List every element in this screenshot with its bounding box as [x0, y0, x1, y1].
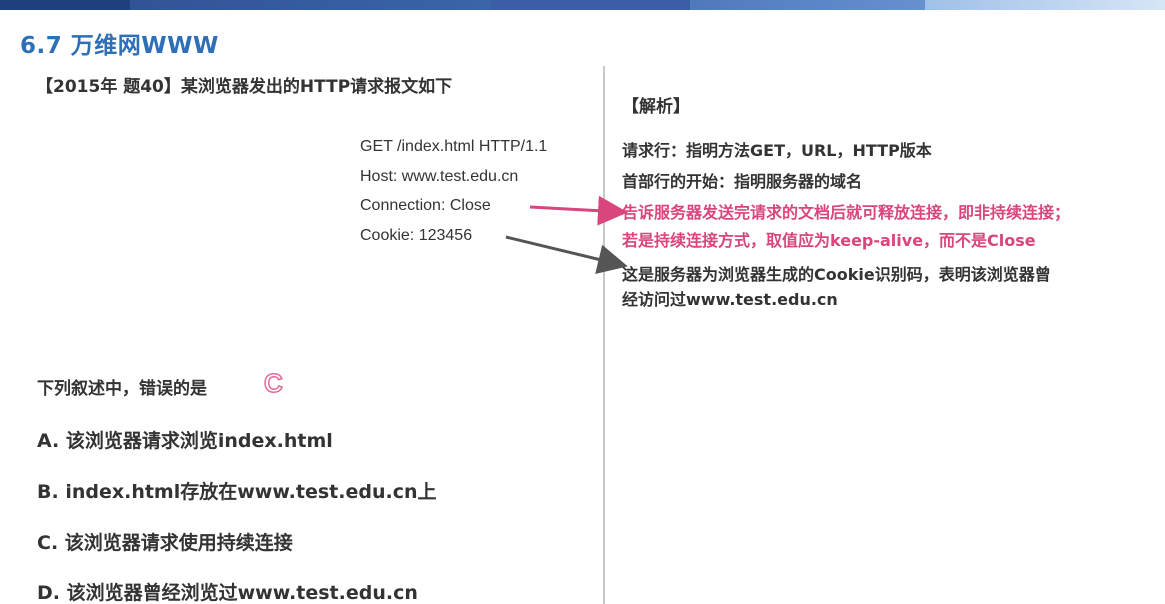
option-d: D. 该浏览器曾经浏览过www.test.edu.cn: [37, 582, 418, 604]
option-a: A. 该浏览器请求浏览index.html: [37, 430, 333, 452]
banner-left-decoration: [0, 0, 130, 10]
analysis-connection-line-1: 告诉服务器发送完请求的文档后就可释放连接，即非持续连接；: [622, 203, 1071, 222]
analysis-title: 【解析】: [622, 97, 690, 117]
http-cookie-line: Cookie: 123456: [360, 227, 473, 244]
column-divider: [603, 66, 605, 604]
analysis-host-line: 首部行的开始：指明服务器的域名: [622, 172, 863, 191]
banner-center-decoration: [490, 0, 690, 10]
header-banner: [0, 0, 1165, 10]
analysis-request-line: 请求行：指明方法GET，URL，HTTP版本: [622, 141, 932, 160]
analysis-connection-line-2: 若是持续连接方式，取值应为keep-alive，而不是Close: [622, 231, 1036, 250]
http-connection-line: Connection: Close: [360, 197, 491, 214]
section-title: 6.7 万维网WWW: [20, 33, 219, 59]
analysis-cookie-line-1: 这是服务器为浏览器生成的Cookie识别码，表明该浏览器曾: [622, 265, 1051, 284]
question-prompt: 下列叙述中，错误的是: [37, 379, 207, 399]
slide: 6.7 万维网WWW 【2015年 题40】某浏览器发出的HTTP请求报文如下 …: [0, 0, 1165, 604]
option-b: B. index.html存放在www.test.edu.cn上: [37, 481, 437, 503]
answer-mark: C: [263, 367, 283, 399]
option-c: C. 该浏览器请求使用持续连接: [37, 532, 293, 554]
question-heading: 【2015年 题40】某浏览器发出的HTTP请求报文如下: [36, 77, 453, 97]
http-host-line: Host: www.test.edu.cn: [360, 168, 519, 185]
analysis-cookie-line-2: 经访问过www.test.edu.cn: [622, 290, 838, 309]
connection-arrow: [529, 195, 628, 226]
banner-right-decoration: [925, 0, 1165, 10]
http-request-line: GET /index.html HTTP/1.1: [360, 138, 548, 155]
